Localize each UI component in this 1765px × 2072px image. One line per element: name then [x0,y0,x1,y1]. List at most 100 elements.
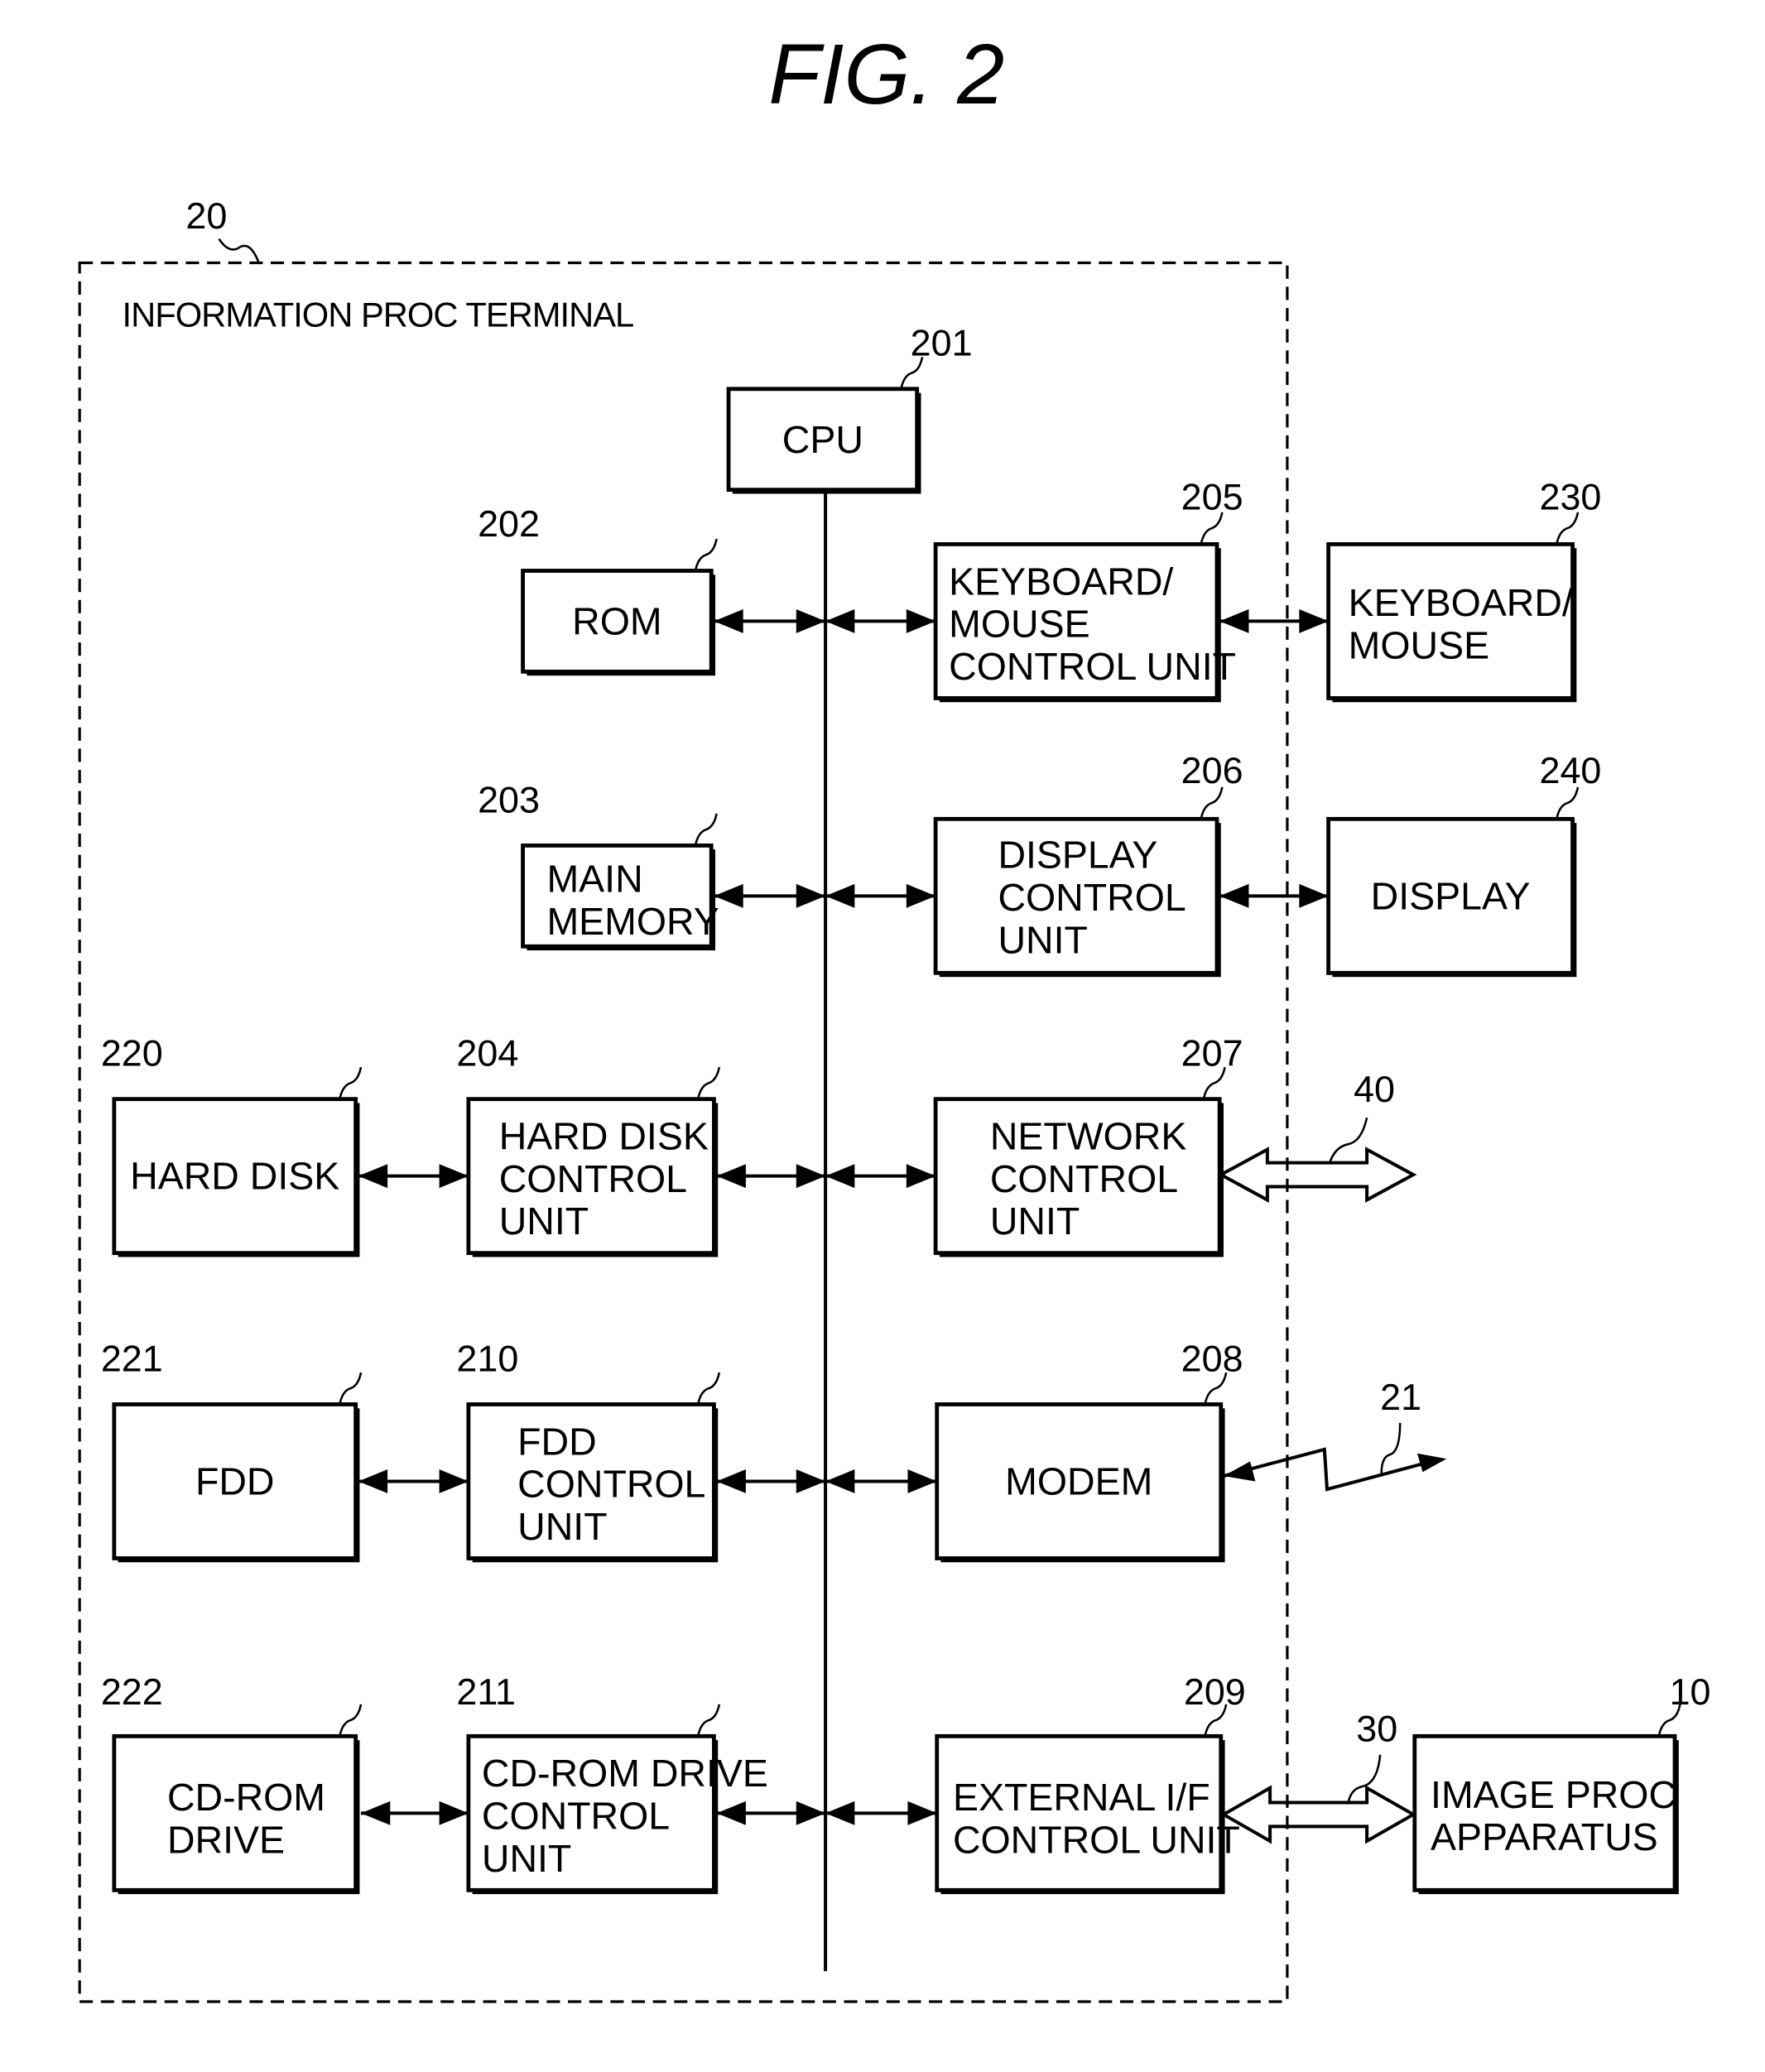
block-label-line: DRIVE [167,1818,285,1861]
arrowhead [358,1469,388,1493]
block-leader [696,1066,721,1099]
bus-network-control-arrow [825,1164,936,1189]
arrowhead [796,1800,826,1825]
arrowhead [825,1469,855,1493]
arrowhead [1299,883,1329,908]
block-label-line: CONTROL [499,1157,687,1200]
block-ext-if-control: EXTERNAL I/FCONTROL UNIT 209 [935,1671,1246,1895]
arrowhead [796,608,826,633]
block-ref-number: 230 [1539,476,1601,518]
arrowhead [825,1164,855,1189]
wireless-arrowhead [1417,1453,1447,1473]
network-leader [1328,1117,1368,1164]
block-ref-number: 211 [456,1671,516,1713]
block-hdd-control: HARD DISKCONTROLUNIT 204 [456,1032,721,1257]
block-label-line: DISPLAY [1371,874,1531,917]
block-leader [694,538,718,571]
arrowhead [796,883,826,908]
terminal-label: INFORMATION PROC TERMINAL [122,295,634,334]
block-leader [694,813,718,846]
arrowhead [825,1800,855,1825]
arrowhead [439,1800,469,1825]
block-ref-number: 205 [1181,476,1243,518]
rom-bus-arrow [714,608,826,633]
block-label-line: KEYBOARD/ [949,560,1173,603]
cdrom-control-bus-arrow [716,1800,826,1825]
block-ref-number: 220 [101,1032,163,1074]
block-label-line: IMAGE PROC [1431,1773,1676,1816]
block-label-line: UNIT [482,1837,571,1880]
arrowhead [907,1469,937,1493]
block-leader [696,1372,721,1405]
arrowhead [906,1164,936,1189]
arrowhead [907,1800,937,1825]
block-label-line: CONTROL [517,1463,705,1506]
block-ref-number: 209 [1184,1671,1246,1713]
display-link-arrow [1219,883,1329,908]
block-label-line: CONTROL [482,1795,670,1838]
block-label-line: MOUSE [949,603,1089,646]
network-ref: 40 [1354,1068,1395,1110]
bus-kbd-control-arrow [825,608,936,633]
block-rom: ROM 202 [478,502,718,676]
block-leader [339,1704,363,1737]
wireless-link [1223,1447,1427,1492]
block-ref-number: 207 [1181,1032,1243,1074]
block-label-line: KEYBOARD/ [1349,581,1573,624]
arrowhead [796,1164,826,1189]
block-label-line: MEMORY [546,900,719,943]
block-label-line: APPARATUS [1431,1815,1658,1858]
arrowhead [1219,883,1249,908]
keyboard-link-arrow [1219,608,1329,633]
external-link-leader [1347,1754,1382,1803]
block-label-line: HARD DISK [499,1115,709,1158]
block-leader [1200,786,1224,820]
arrowhead [361,1800,391,1825]
arrowhead [906,883,936,908]
block-label-line: CONTROL [998,876,1185,919]
terminal-leader [218,238,260,263]
arrowhead [714,608,743,633]
block-network-control: NETWORKCONTROLUNIT 207 [933,1032,1243,1257]
block-label-line: MODEM [1005,1459,1152,1502]
block-label-line: CD-ROM DRIVE [482,1752,768,1795]
block-leader [339,1066,363,1099]
bus-modem-arrow [825,1469,937,1493]
block-leader [696,1704,721,1737]
block-modem: MODEM 208 [935,1337,1243,1563]
bus-ext-if-arrow [825,1800,937,1825]
block-ref-number: 210 [456,1337,518,1379]
block-cdrom-control: CD-ROM DRIVECONTROLUNIT 211 [456,1671,768,1895]
block-ref-number: 240 [1539,749,1601,791]
arrowhead [358,1164,388,1189]
block-display: DISPLAY 240 [1326,749,1601,978]
fdd-control-bus-arrow [716,1469,826,1493]
block-label-line: MOUSE [1349,623,1489,666]
block-label-line: FDD [195,1459,275,1502]
arrowhead [825,883,855,908]
block-ref-number: 201 [911,322,973,364]
figure-title: FIG. 2 [768,26,1004,122]
memory-bus-arrow [714,883,826,908]
arrowhead [1299,608,1329,633]
arrowhead [439,1469,469,1493]
block-label-line: CONTROL [990,1157,1178,1200]
block-label-line: UNIT [998,918,1087,961]
arrowhead [439,1164,469,1189]
block-label-line: MAIN [546,858,642,901]
block-fdd-control: FDDCONTROLUNIT 210 [456,1337,721,1563]
fdd-link-arrow [358,1469,469,1493]
arrowhead [825,608,855,633]
hdd-control-bus-arrow [716,1164,826,1189]
bus-display-control-arrow [825,883,936,908]
block-label-line: ROM [572,599,661,642]
block-main-memory: MAINMEMORY 203 [478,778,719,951]
wireless-leader [1380,1422,1402,1473]
arrowhead [716,1469,746,1493]
block-ref-number: 208 [1181,1337,1243,1379]
block-ref-number: 202 [478,502,540,545]
external-link-ref: 30 [1356,1708,1397,1750]
block-label-line: FDD [517,1420,597,1463]
block-label-line: UNIT [517,1505,607,1548]
arrowhead [716,1800,746,1825]
